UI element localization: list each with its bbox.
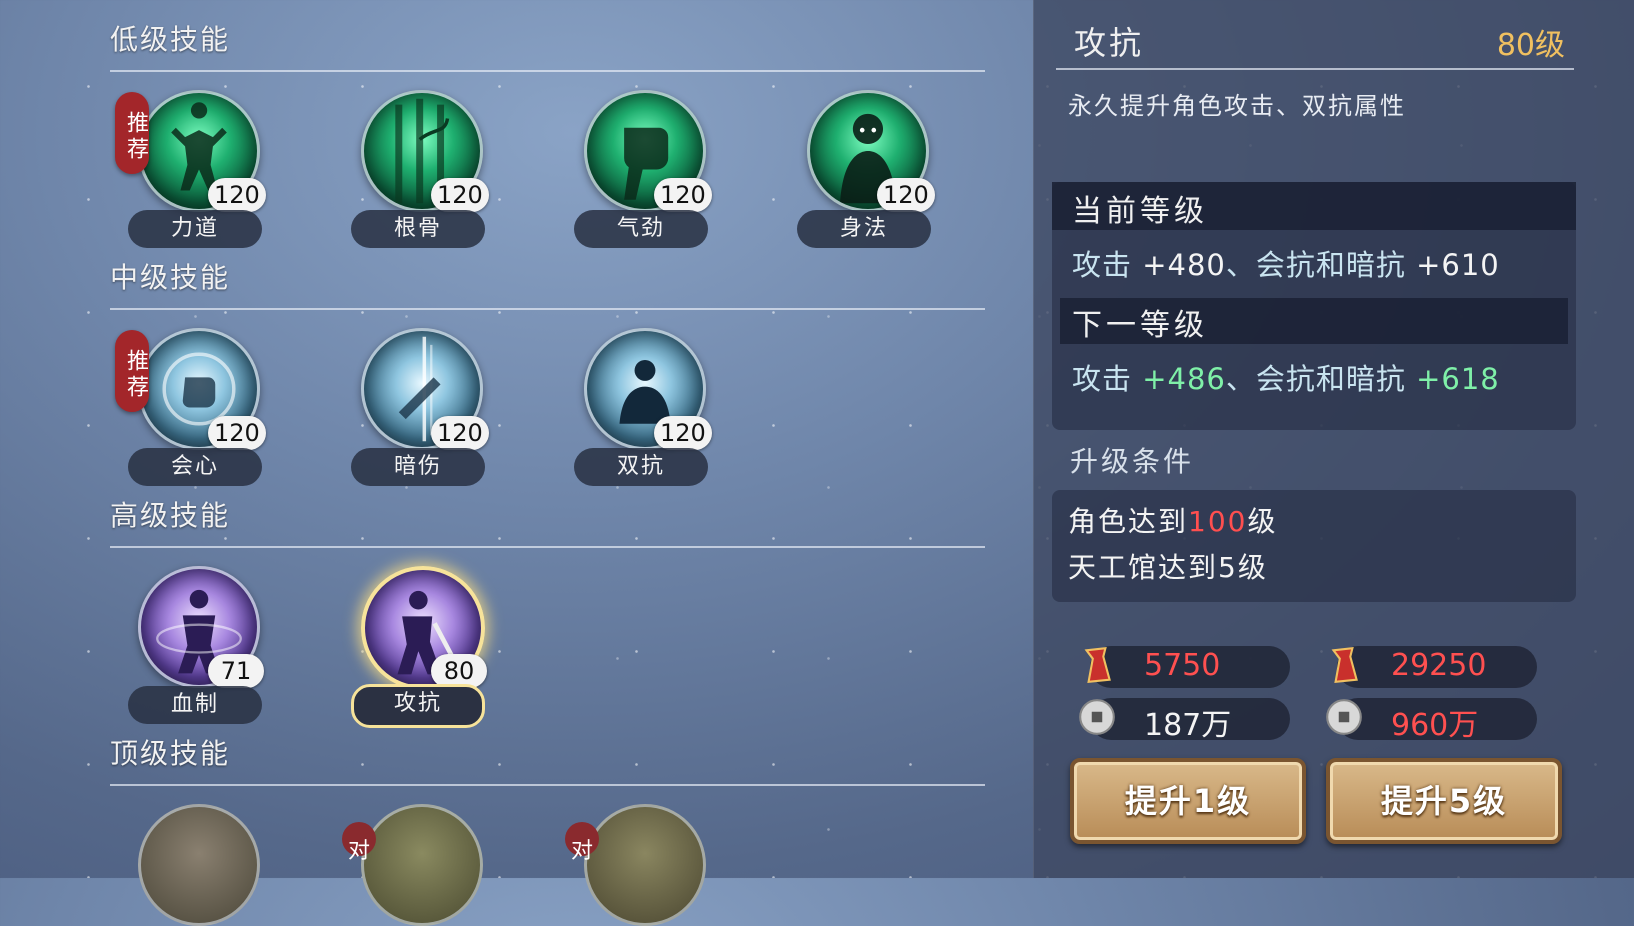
recommend-badge: 推荐 <box>115 92 149 174</box>
upgrade-conditions-title: 升级条件 <box>1070 445 1195 478</box>
skill-gongkang[interactable]: 80 攻抗 <box>341 566 491 736</box>
divider <box>1056 68 1574 70</box>
skill-name: 根骨 <box>351 210 485 248</box>
skill-shuangkang[interactable]: 120 双抗 <box>564 328 714 498</box>
skill-name: 身法 <box>797 210 931 248</box>
divider <box>110 308 985 310</box>
top-skill-orb[interactable] <box>138 804 260 926</box>
current-level-band: 当前等级 <box>1052 182 1576 230</box>
cost-value: 5750 <box>1144 648 1221 683</box>
scroll-token-icon <box>1331 646 1358 683</box>
section-title-low: 低级技能 <box>110 23 231 56</box>
silver-coin-icon <box>1079 699 1115 735</box>
skill-anshang[interactable]: 120 暗伤 <box>341 328 491 498</box>
skill-level-badge: 80 <box>431 654 487 688</box>
skill-gengu[interactable]: 120 根骨 <box>341 90 491 260</box>
divider <box>110 546 985 548</box>
skill-level-badge: 120 <box>877 178 935 212</box>
skill-name: 血制 <box>128 686 262 724</box>
top-skill-tag: 对 <box>342 822 376 864</box>
skill-name: 气劲 <box>574 210 708 248</box>
skill-level-badge: 71 <box>208 654 264 688</box>
section-title-top: 顶级技能 <box>110 737 231 770</box>
current-stat: 攻击 +480、会抗和暗抗 +610 <box>1072 248 1500 282</box>
skill-name: 双抗 <box>574 448 708 486</box>
skill-huixin[interactable]: 推荐 120 会心 <box>115 328 268 498</box>
section-title-mid: 中级技能 <box>110 261 231 294</box>
section-title-high: 高级技能 <box>110 499 231 532</box>
silver-coin-icon <box>1326 699 1362 735</box>
level-stats-box: 当前等级 攻击 +480、会抗和暗抗 +610 下一等级 攻击 +486、会抗和… <box>1052 182 1576 430</box>
cost-value: 29250 <box>1391 648 1487 683</box>
cost-scroll-1: 5750 <box>1084 646 1290 688</box>
skill-shenfa[interactable]: 120 身法 <box>787 90 937 260</box>
upgrade-1-button[interactable]: 提升1级 <box>1070 758 1306 844</box>
condition-role-level: 角色达到100级 <box>1068 505 1278 538</box>
current-level-label: 当前等级 <box>1072 194 1208 229</box>
upgrade-5-button[interactable]: 提升5级 <box>1326 758 1562 844</box>
skill-name: 攻抗 <box>351 684 485 728</box>
skill-xuezhi[interactable]: 71 血制 <box>118 566 268 736</box>
conditions-box: 角色达到100级 天工馆达到5级 <box>1052 490 1576 602</box>
skill-name: 会心 <box>128 448 262 486</box>
skill-name: 力道 <box>128 210 262 248</box>
skill-level-badge: 120 <box>654 178 712 212</box>
cost-coin-1: 187万 <box>1079 698 1290 743</box>
skill-level-badge: 120 <box>208 178 266 212</box>
cost-scroll-5: 29250 <box>1331 646 1537 688</box>
skill-qijin[interactable]: 120 气劲 <box>564 90 714 260</box>
detail-description: 永久提升角色攻击、双抗属性 <box>1068 92 1406 120</box>
divider <box>110 70 985 72</box>
cost-coin-5: 960万 <box>1326 698 1537 743</box>
top-skill-tag: 对 <box>565 822 599 864</box>
next-level-label: 下一等级 <box>1072 308 1208 343</box>
skill-detail-panel: 攻抗 80级 永久提升角色攻击、双抗属性 当前等级 攻击 +480、会抗和暗抗 … <box>1033 0 1634 878</box>
top-skill-orb[interactable] <box>361 804 483 926</box>
next-level-band: 下一等级 <box>1060 298 1568 344</box>
divider <box>110 784 985 786</box>
skill-level-badge: 120 <box>654 416 712 450</box>
top-skill-orb[interactable] <box>584 804 706 926</box>
recommend-badge: 推荐 <box>115 330 149 412</box>
skill-name: 暗伤 <box>351 448 485 486</box>
cost-value: 187万 <box>1144 708 1232 743</box>
skill-level-badge: 120 <box>431 416 489 450</box>
detail-level: 80级 <box>1496 28 1565 63</box>
detail-title: 攻抗 <box>1074 24 1145 62</box>
condition-workshop-level: 天工馆达到5级 <box>1068 551 1268 584</box>
next-stat: 攻击 +486、会抗和暗抗 +618 <box>1072 362 1500 396</box>
cost-value: 960万 <box>1391 708 1479 743</box>
skill-level-badge: 120 <box>431 178 489 212</box>
skill-lidao[interactable]: 推荐 120 力道 <box>115 90 268 260</box>
scroll-token-icon <box>1084 646 1111 683</box>
skill-level-badge: 120 <box>208 416 266 450</box>
